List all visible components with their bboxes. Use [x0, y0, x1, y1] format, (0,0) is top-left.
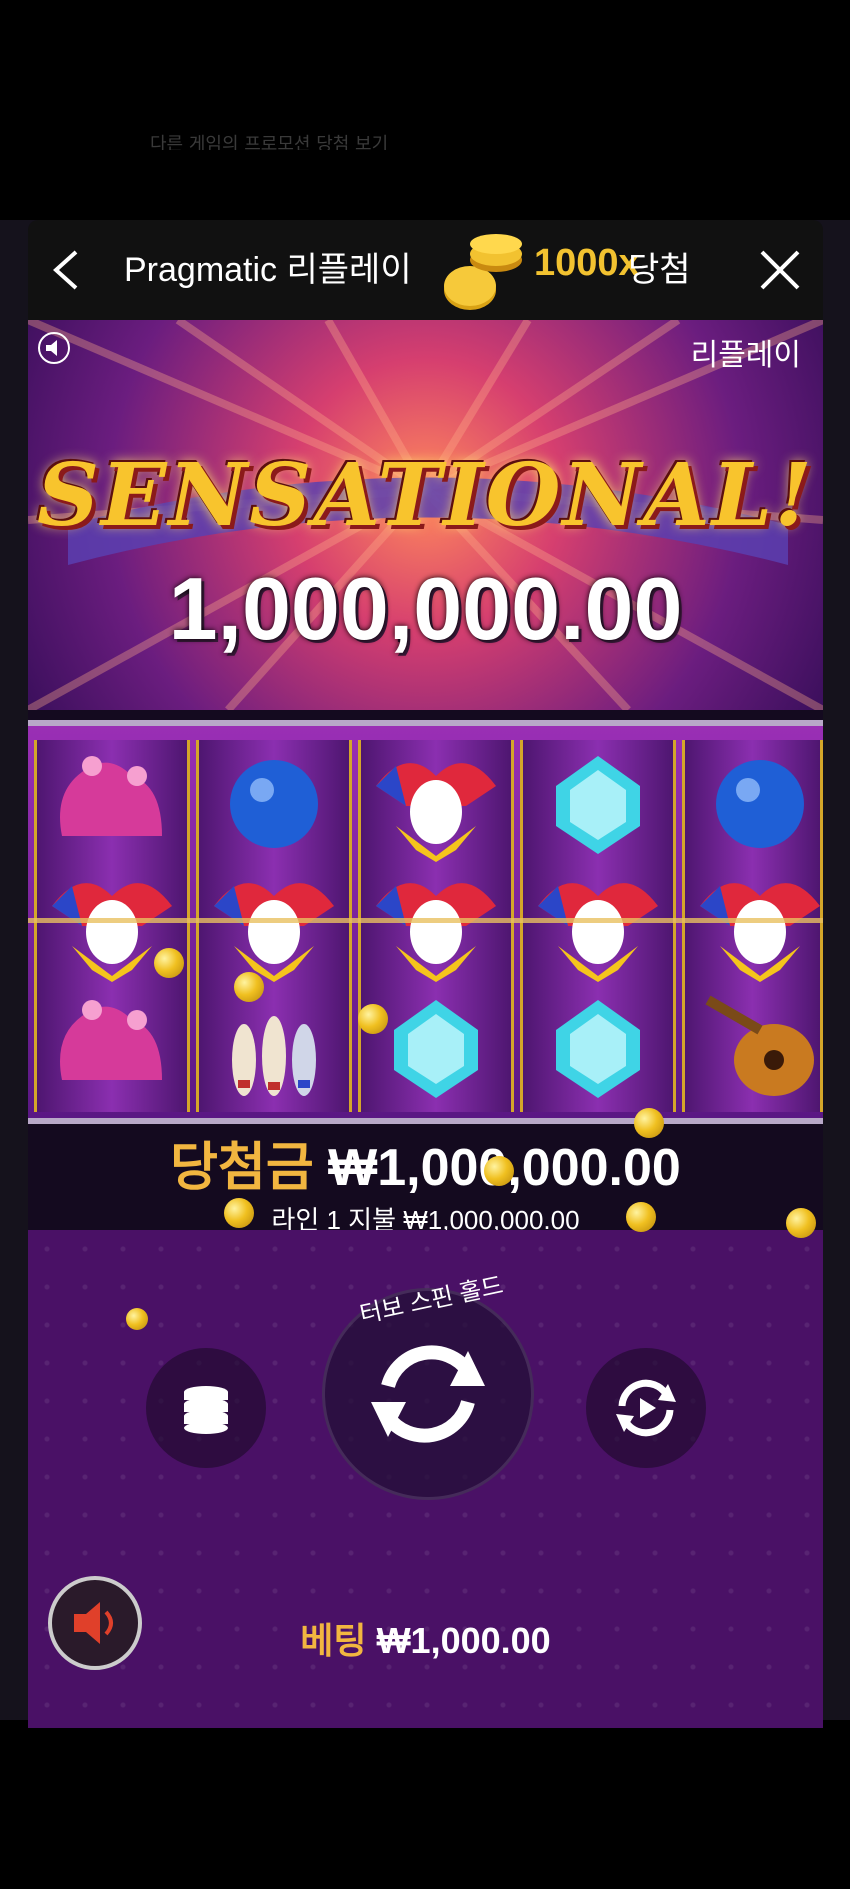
joker-mask-icon	[538, 883, 658, 982]
joker-mask-icon	[700, 883, 820, 982]
spin-button[interactable]	[322, 1288, 534, 1500]
bet-label: 베팅	[300, 1620, 367, 1661]
close-icon[interactable]	[758, 248, 802, 292]
win-line	[28, 918, 823, 923]
jester-hat-icon	[60, 1000, 162, 1080]
bet-row: 베팅 ₩1,000.00	[28, 1612, 823, 1664]
flying-coin	[626, 1202, 656, 1232]
joker-mask-icon	[376, 883, 496, 982]
lute-icon	[705, 995, 814, 1096]
autoplay-button[interactable]	[586, 1348, 706, 1468]
replay-label: 리플레이	[690, 339, 801, 372]
win-amount-label: 당첨금	[170, 1139, 314, 1197]
bet-settings-button[interactable]	[146, 1348, 266, 1468]
gold-coins-icon	[444, 234, 522, 310]
faded-top-text: 다른 게임의 프로모션 당첨 보기	[150, 134, 389, 150]
flying-coin	[234, 972, 264, 1002]
blue-orb-icon	[716, 760, 804, 848]
replay-sound-icon[interactable]	[36, 330, 72, 366]
jester-hat-icon	[60, 756, 162, 836]
win-banner: 리플레이 SENSATIONAL! 1,000,000.00	[28, 320, 823, 710]
reel-2	[196, 740, 352, 1112]
multiplier-text: 1000x	[534, 242, 640, 284]
bet-amount: ₩1,000.00	[376, 1620, 551, 1661]
diamond-gem-icon	[394, 1000, 478, 1098]
flying-coin	[154, 948, 184, 978]
flying-coin	[126, 1308, 148, 1330]
replay-header: Pragmatic 리플레이 1000x 당첨	[28, 220, 823, 320]
banner-amount: 1,000,000.00	[168, 559, 683, 658]
flying-coin	[224, 1198, 254, 1228]
diamond-gem-icon	[556, 1000, 640, 1098]
chevron-left-icon[interactable]	[46, 248, 86, 292]
autoplay-icon	[616, 1379, 676, 1437]
reel-3	[358, 740, 514, 1112]
joker-mask-icon	[214, 883, 334, 982]
win-amount-row: 당첨금 ₩1,000,000.00	[28, 1125, 823, 1200]
reel-1	[34, 740, 190, 1112]
sensational-headline: SENSATIONAL!	[36, 445, 815, 546]
diamond-gem-icon	[556, 756, 640, 854]
reel-5	[682, 740, 823, 1112]
flying-coin	[358, 1004, 388, 1034]
spin-arrows-icon	[371, 1345, 485, 1443]
joker-mask-icon	[376, 763, 496, 862]
header-title: Pragmatic 리플레이	[124, 251, 412, 289]
win-label: 당첨	[628, 251, 691, 289]
flying-coin	[634, 1108, 664, 1138]
coin-stack-icon	[184, 1386, 228, 1434]
juggling-pins-icon	[232, 1016, 316, 1096]
flying-coin	[484, 1156, 514, 1186]
blue-orb-icon	[230, 760, 318, 848]
reel-grid	[28, 720, 823, 1124]
reel-4	[520, 740, 676, 1112]
flying-coin	[786, 1208, 816, 1238]
replay-panel: Pragmatic 리플레이 1000x 당첨 리플레이 SENSATIONAL…	[28, 220, 823, 1728]
